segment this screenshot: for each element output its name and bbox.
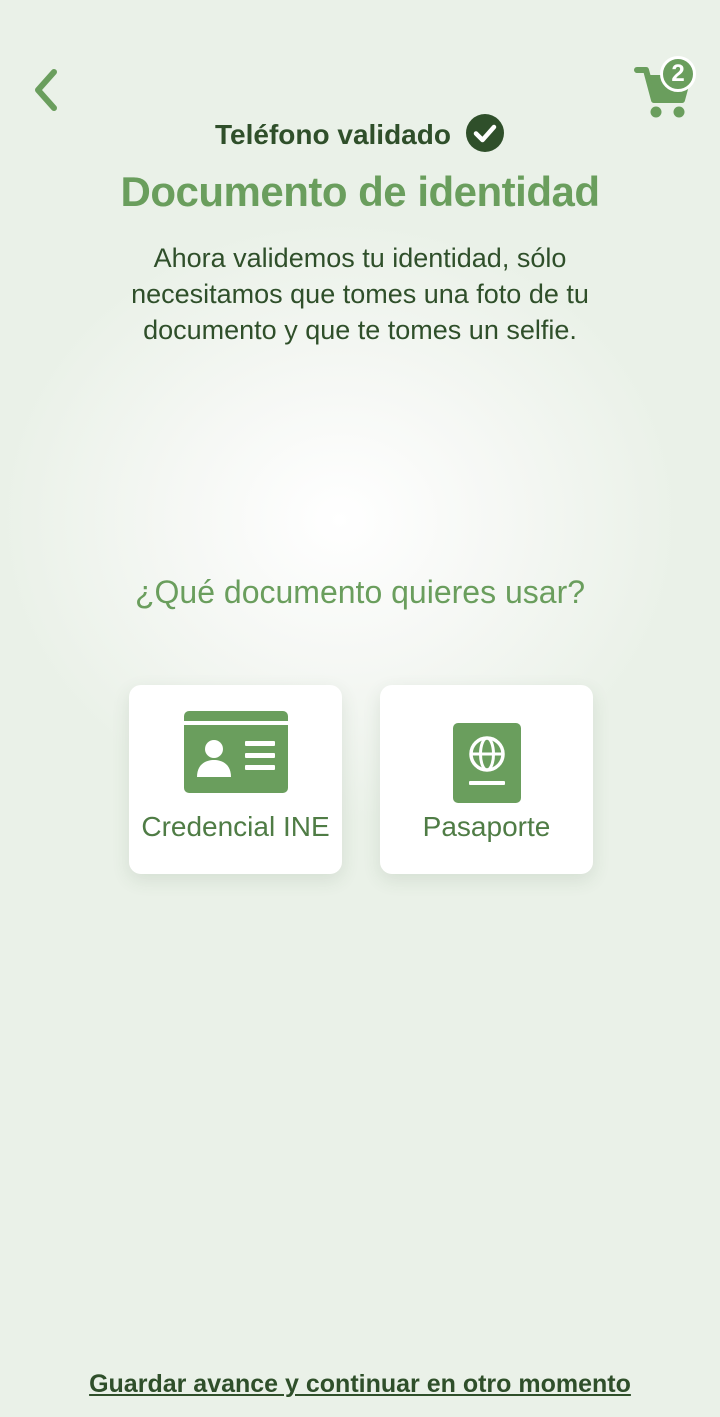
option-label: Credencial INE	[141, 811, 330, 842]
page-title: Documento de identidad	[120, 168, 600, 215]
option-label: Pasaporte	[422, 811, 551, 842]
phone-validated-status: Teléfono validado	[0, 112, 720, 158]
save-progress-link[interactable]: Guardar avance y continuar en otro momen…	[0, 1370, 720, 1399]
document-question: ¿Qué documento quieres usar?	[134, 574, 586, 610]
chevron-left-icon	[30, 68, 60, 117]
cart-count-badge: 2	[660, 56, 696, 92]
id-card-icon	[129, 711, 342, 793]
check-circle-icon	[465, 113, 505, 158]
option-pasaporte[interactable]: Pasaporte	[380, 685, 593, 874]
passport-icon	[380, 723, 593, 803]
option-credencial-ine[interactable]: Credencial INE	[129, 685, 342, 874]
status-label: Teléfono validado	[215, 119, 451, 150]
page-description: Ahora validemos tu identidad, sólo neces…	[131, 243, 589, 345]
